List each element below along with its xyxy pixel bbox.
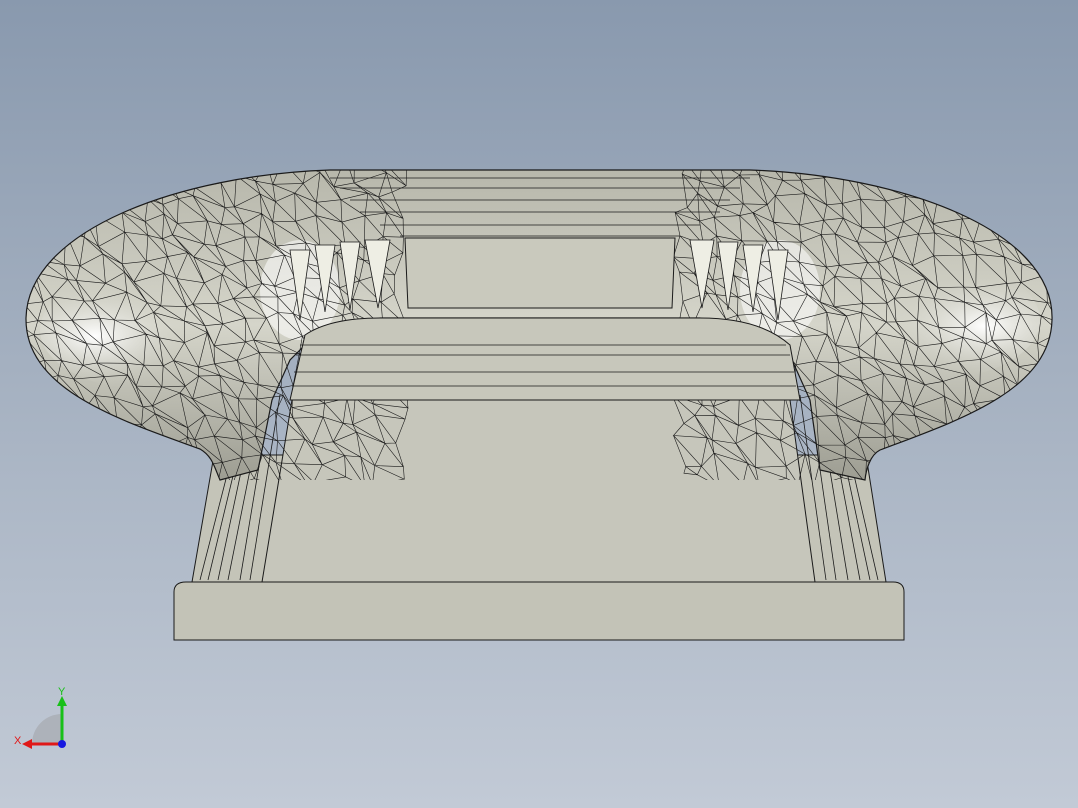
base-plate — [173, 581, 905, 641]
x-axis-label: X — [14, 735, 22, 747]
z-axis-dot — [58, 740, 66, 748]
x-axis-arrow — [22, 739, 32, 749]
triad-plane — [32, 714, 62, 744]
y-axis-label: Y — [58, 686, 66, 698]
coordinate-triad: Y X — [14, 686, 67, 749]
cad-viewport[interactable] — [0, 0, 1078, 808]
